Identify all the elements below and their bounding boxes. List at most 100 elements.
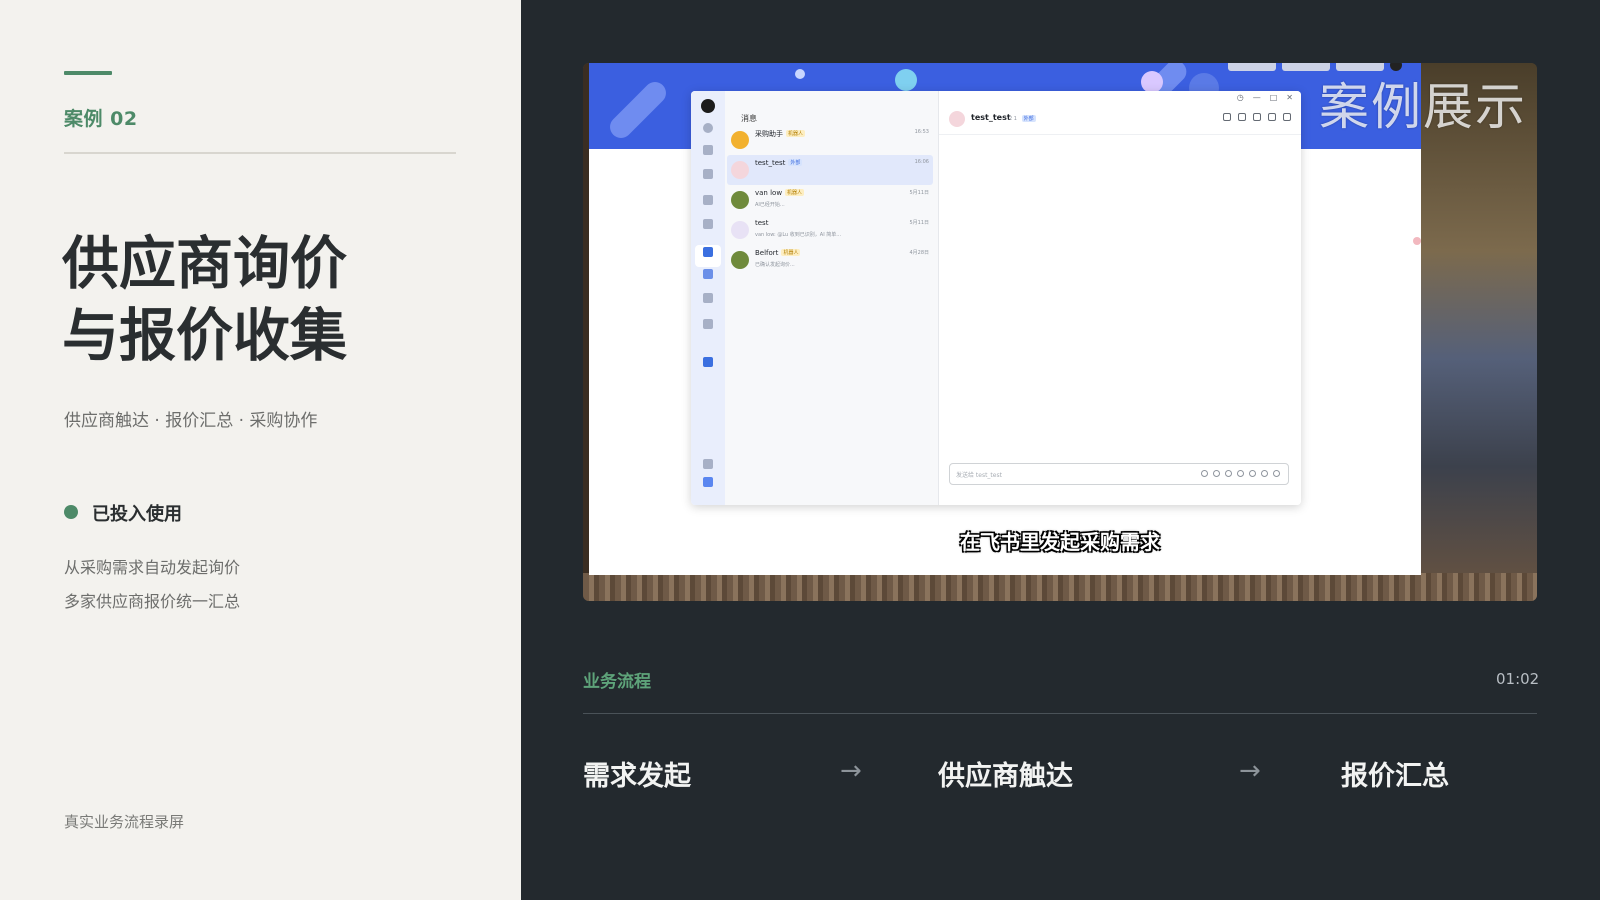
conversation-item[interactable]: 采购助手 机器人 16:53 — [727, 125, 933, 155]
video-background-right — [1421, 63, 1537, 601]
arrow-right-icon: → — [1239, 756, 1261, 786]
conversation-name: van low 机器人 — [755, 189, 805, 197]
help-icon[interactable] — [703, 357, 713, 367]
banner-stroke — [605, 77, 671, 143]
chat-avatar[interactable] — [949, 111, 965, 127]
screen-recording: 消息 采购助手 机器人 16:53 test_test 外部 16:06 van low 机器… — [589, 63, 1421, 575]
plus-icon[interactable] — [703, 145, 713, 155]
title-line-1: 供应商询价 — [62, 231, 347, 297]
add-icon[interactable] — [1249, 470, 1256, 477]
calendar-icon[interactable] — [703, 195, 713, 205]
video-subtitle: 在飞书里发起采购需求 — [960, 530, 1160, 554]
conversation-name: Belfort 机器人 — [755, 249, 801, 257]
mention-icon[interactable] — [1225, 470, 1232, 477]
emoji-icon[interactable] — [1213, 470, 1220, 477]
more-icon[interactable] — [703, 459, 713, 469]
conversation-item[interactable]: test_test 外部 16:06 — [727, 155, 933, 185]
conversation-tag: 机器人 — [781, 249, 801, 256]
status-dot-icon — [64, 505, 78, 519]
flow-divider — [583, 713, 1537, 714]
flow-step-3: 报价汇总 — [1341, 761, 1449, 792]
accent-bar — [64, 71, 112, 75]
top-button[interactable] — [1228, 63, 1276, 71]
description-line-1: 从采购需求自动发起询价 — [64, 558, 241, 577]
messages-icon[interactable] — [703, 247, 713, 257]
flow-label: 业务流程 — [583, 672, 651, 692]
right-panel: 消息 采购助手 机器人 16:53 test_test 外部 16:06 van low 机器… — [521, 0, 1600, 900]
conversation-name-text: test — [755, 219, 769, 227]
chat-toolbar — [1223, 113, 1291, 121]
app-sidebar — [691, 91, 725, 505]
sidebar-icon[interactable] — [1268, 113, 1276, 121]
conversation-preview: 已确认发起询价... — [755, 262, 795, 268]
workplace-icon[interactable] — [703, 269, 713, 279]
chat-name[interactable]: test_test — [971, 113, 1011, 122]
chat-pane: ◷ — □ ✕ test_test 2 1 外部 发送给 test_test — [939, 91, 1301, 505]
docs-icon[interactable] — [703, 169, 713, 179]
description-line-2: 多家供应商报价统一汇总 — [64, 592, 241, 611]
conversation-item[interactable]: van low 机器人 AI已经开始... 5月11日 — [727, 185, 933, 215]
input-toolbar — [1201, 470, 1280, 477]
more-icon[interactable] — [1283, 113, 1291, 121]
conversation-list: 消息 采购助手 机器人 16:53 test_test 外部 16:06 van low 机器… — [725, 91, 939, 505]
conversation-avatar — [731, 251, 749, 269]
video-timestamp: 01:02 — [1496, 670, 1540, 688]
conversation-name-text: test_test — [755, 159, 786, 167]
status-badge: 已投入使用 — [92, 504, 182, 525]
conversation-list-title: 消息 — [741, 114, 757, 123]
add-member-icon[interactable] — [1253, 113, 1261, 121]
banner-bubble — [895, 69, 917, 91]
apps-grid-icon[interactable] — [703, 293, 713, 303]
video-background-bottom — [583, 573, 1537, 601]
conversation-time: 5月11日 — [909, 220, 929, 226]
external-tag: 外部 — [1021, 115, 1036, 122]
conversation-tag: 机器人 — [785, 189, 805, 196]
settings-icon[interactable] — [703, 477, 713, 487]
expand-icon[interactable] — [1261, 470, 1268, 477]
conversation-item[interactable]: test van low: @Lu 收到已识别，AI 简单... 5月11日 — [727, 215, 933, 245]
video-call-icon[interactable] — [1238, 113, 1246, 121]
message-input[interactable]: 发送给 test_test — [949, 463, 1289, 485]
search-icon[interactable] — [703, 123, 713, 133]
conversation-time: 4月28日 — [909, 250, 929, 256]
video-watermark: 案例展示 — [1319, 78, 1527, 136]
page-title: 供应商询价 与报价收集 — [62, 228, 347, 372]
chat-header: test_test 2 1 外部 — [939, 91, 1301, 135]
online-count: 1 — [1013, 116, 1017, 122]
conversation-name-text: van low — [755, 189, 783, 197]
format-icon[interactable] — [1201, 470, 1208, 477]
conversation-avatar — [731, 221, 749, 239]
conversation-preview: AI已经开始... — [755, 202, 785, 208]
search-icon[interactable] — [1223, 113, 1231, 121]
scissors-icon[interactable] — [1237, 470, 1244, 477]
send-icon[interactable] — [1273, 470, 1280, 477]
conversation-name: test_test 外部 — [755, 159, 803, 167]
conversation-tag: 外部 — [788, 159, 803, 166]
video-player[interactable]: 消息 采购助手 机器人 16:53 test_test 外部 16:06 van low 机器… — [583, 63, 1537, 601]
message-input-placeholder: 发送给 test_test — [956, 472, 1002, 479]
edge-marker — [1413, 237, 1421, 245]
flow-step-1: 需求发起 — [583, 761, 691, 792]
conversation-avatar — [731, 131, 749, 149]
conversation-name: test — [755, 219, 768, 227]
banner-bubble — [1141, 71, 1163, 93]
conversation-time: 16:06 — [914, 159, 929, 165]
tagline: 供应商触达 · 报价汇总 · 采购协作 — [64, 411, 318, 431]
contacts-icon[interactable] — [703, 219, 713, 229]
conversation-item[interactable]: Belfort 机器人 已确认发起询价... 4月28日 — [727, 245, 933, 275]
feishu-window: 消息 采购助手 机器人 16:53 test_test 外部 16:06 van low 机器… — [691, 91, 1301, 505]
conversation-name: 采购助手 机器人 — [755, 129, 806, 139]
chat-meta: 2 1 外部 — [1009, 115, 1036, 122]
conversation-avatar — [731, 161, 749, 179]
conversation-name-text: Belfort — [755, 249, 779, 257]
conversation-name-text: 采购助手 — [755, 130, 783, 138]
conversation-tag: 机器人 — [786, 130, 806, 137]
conversation-time: 16:53 — [914, 129, 929, 135]
flow-step-2: 供应商触达 — [938, 761, 1073, 792]
left-panel: 案例 02 供应商询价 与报价收集 供应商触达 · 报价汇总 · 采购协作 已投… — [0, 0, 521, 900]
ai-icon[interactable] — [703, 319, 713, 329]
conversation-preview: van low: @Lu 收到已识别，AI 简单... — [755, 232, 842, 238]
conversation-time: 5月11日 — [909, 190, 929, 196]
conversation-avatar — [731, 191, 749, 209]
user-avatar[interactable] — [701, 99, 715, 113]
